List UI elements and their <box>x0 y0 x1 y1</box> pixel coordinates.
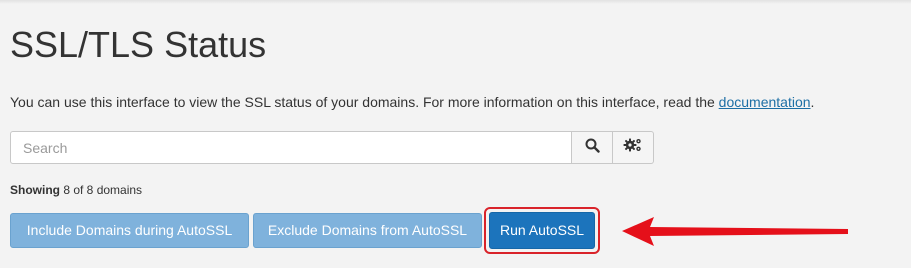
search-icon <box>585 138 600 158</box>
left-arrow-icon <box>618 213 852 256</box>
include-domains-button[interactable]: Include Domains during AutoSSL <box>10 213 249 248</box>
intro-sentence: You can use this interface to view the S… <box>10 94 719 110</box>
exclude-domains-button[interactable]: Exclude Domains from AutoSSL <box>253 213 482 248</box>
gears-icon <box>623 137 643 158</box>
showing-label: Showing <box>10 183 60 197</box>
showing-count: 8 of 8 domains <box>60 183 143 197</box>
intro-text: You can use this interface to view the S… <box>10 92 814 112</box>
page-title: SSL/TLS Status <box>10 24 267 65</box>
search-bar <box>10 131 654 164</box>
highlight-box <box>484 207 600 254</box>
intro-period: . <box>810 94 815 110</box>
documentation-link[interactable]: documentation <box>719 94 811 110</box>
settings-button[interactable] <box>613 131 654 164</box>
search-button[interactable] <box>572 131 614 164</box>
header-shadow <box>0 0 911 4</box>
domain-count: Showing 8 of 8 domains <box>10 182 142 198</box>
search-input[interactable] <box>10 131 573 164</box>
